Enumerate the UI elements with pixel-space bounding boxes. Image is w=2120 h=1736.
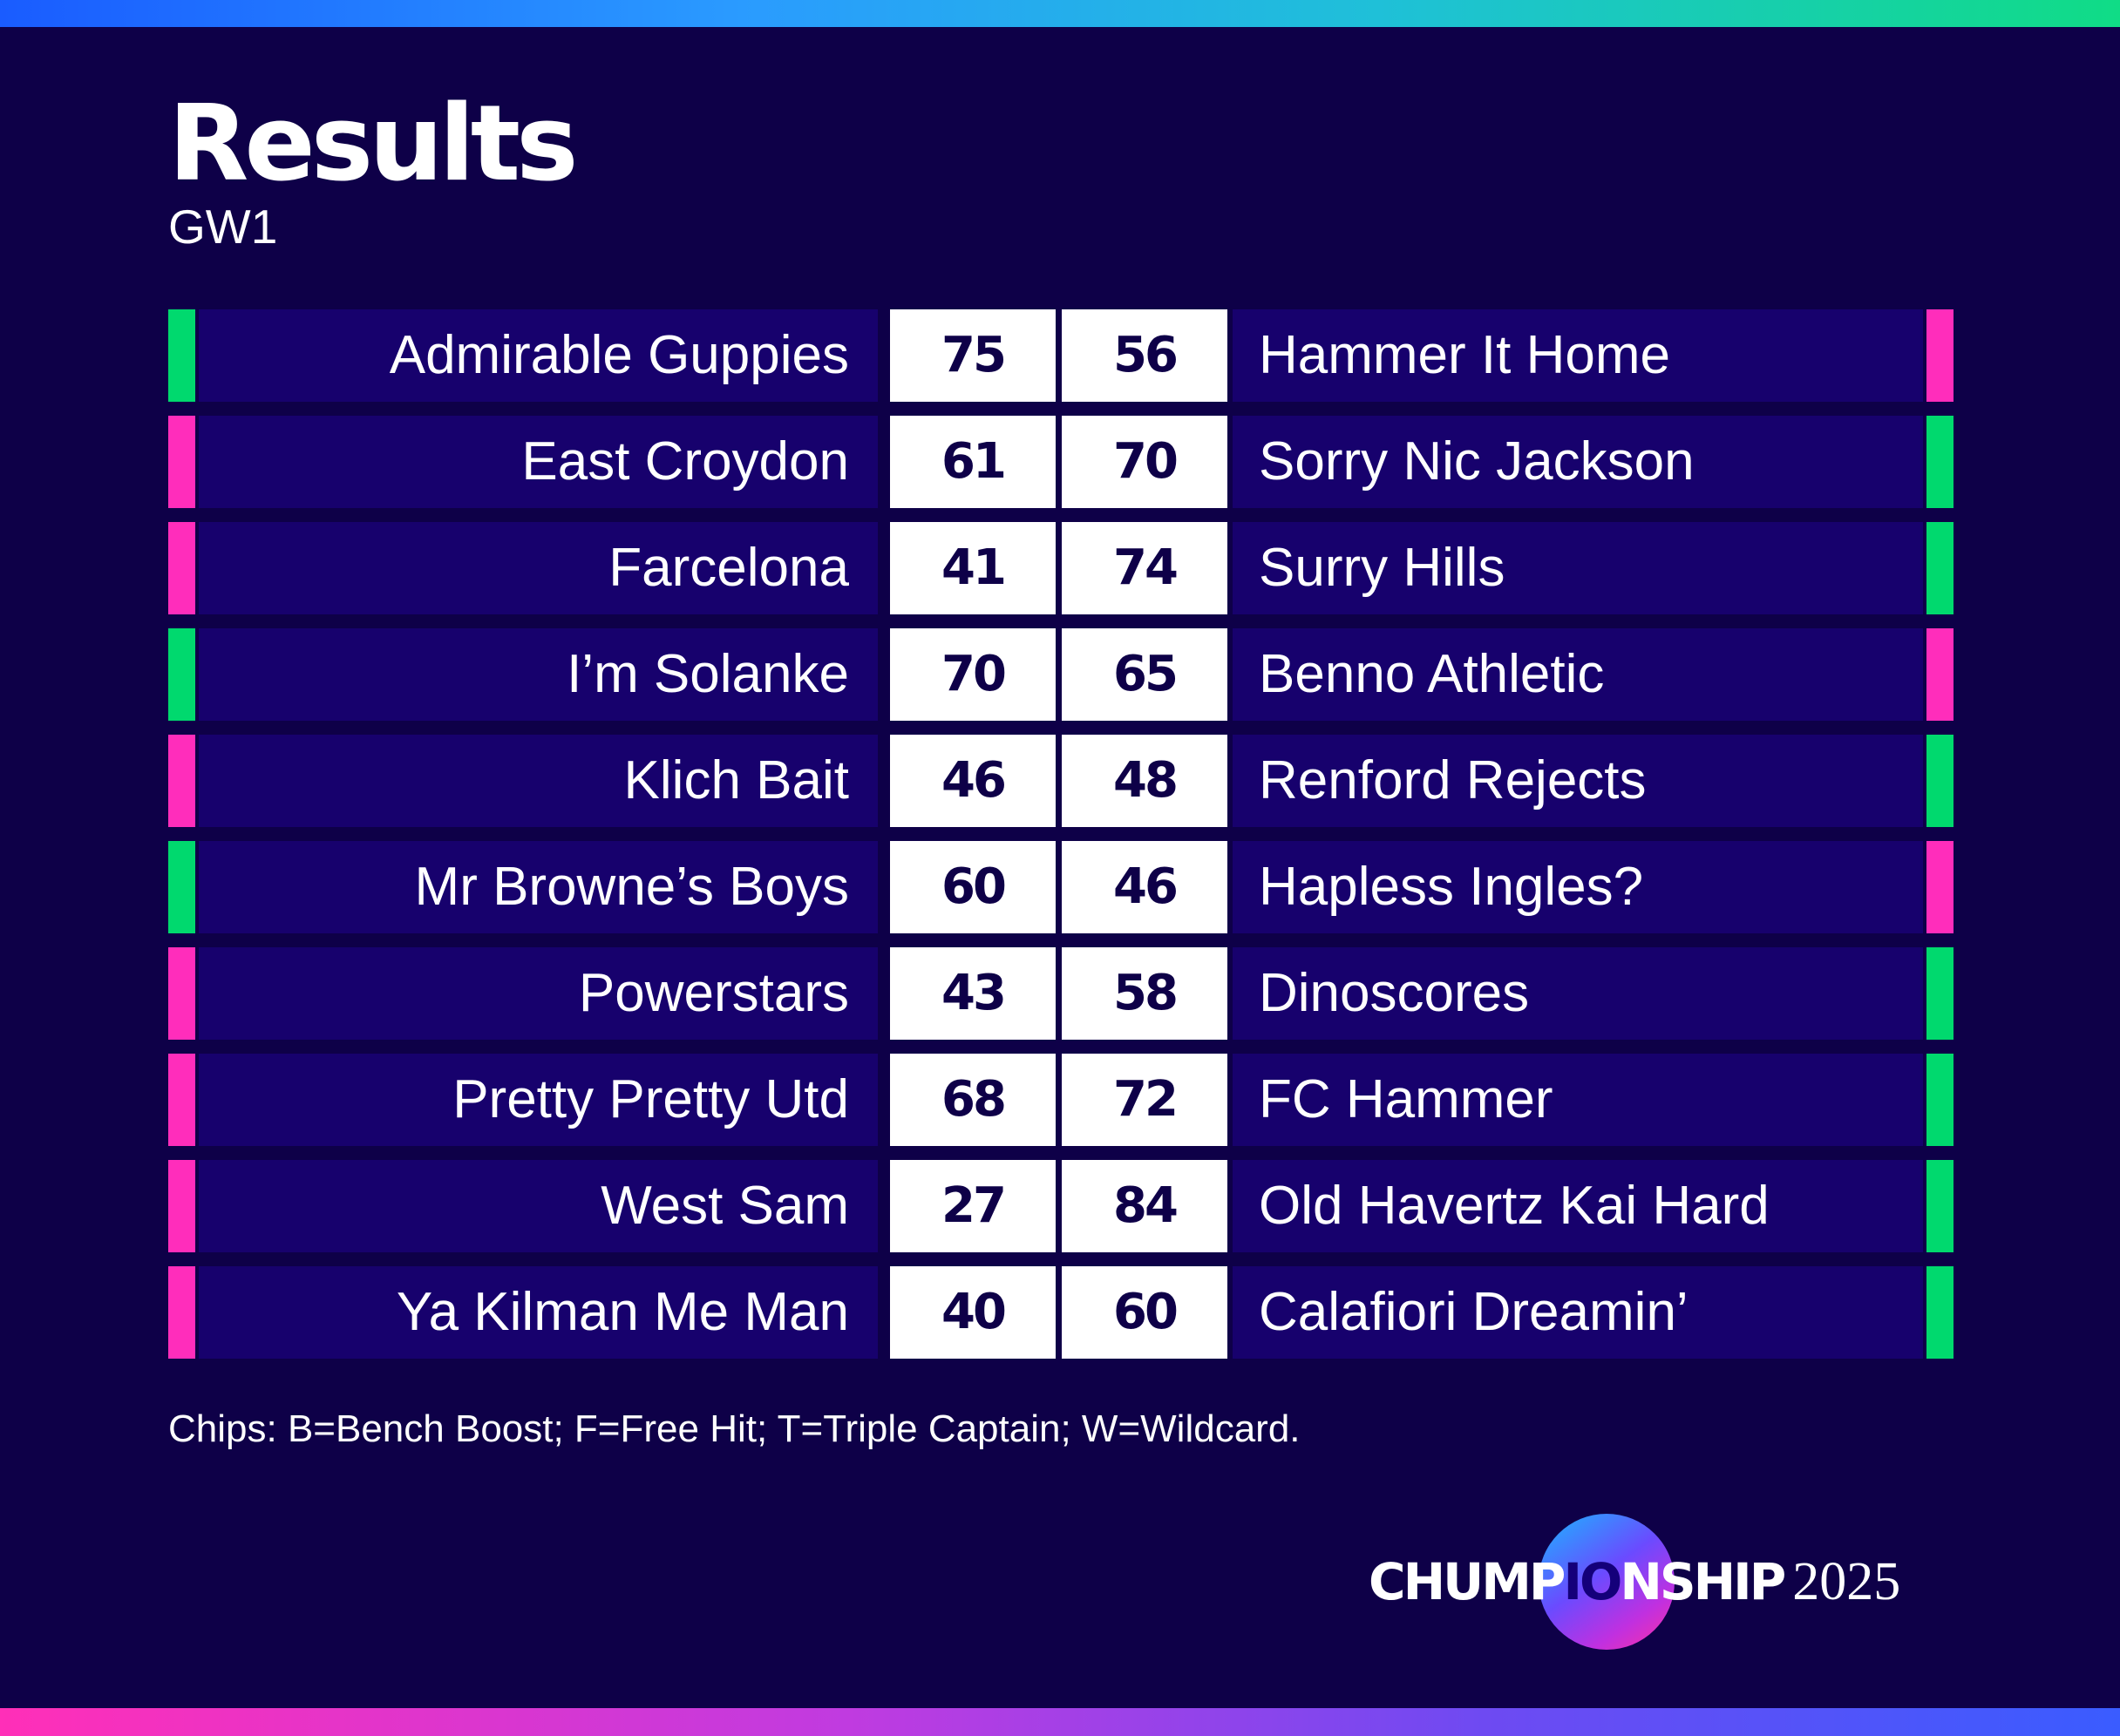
away-score: 84 [1062,1160,1227,1252]
brand-year: 2025 [1792,1552,1901,1611]
home-score: 61 [890,416,1056,508]
brand-logo: CHUMPIONSHIP 2025 [1369,1508,1961,1656]
home-result-marker [168,522,195,614]
home-result-marker [168,735,195,827]
result-row: Ya Kilman Me Man 40 60 Calafiori Dreamin… [168,1266,1954,1359]
result-row: Mr Browne’s Boys 60 46 Hapless Ingles? [168,841,1954,933]
home-team-name: Farcelona [199,522,878,614]
brand-wordmark-part3: NSHIP [1620,1552,1786,1611]
away-score: 74 [1062,522,1227,614]
brand-wordmark-io: IO [1563,1552,1622,1611]
away-team-name: Dinoscores [1233,947,1923,1040]
away-result-marker [1926,841,1954,933]
home-score: 43 [890,947,1056,1040]
home-score: 75 [890,309,1056,402]
away-team-name: FC Hammer [1233,1054,1923,1146]
away-result-marker [1926,416,1954,508]
home-score: 68 [890,1054,1056,1146]
away-team-name: Benno Athletic [1233,628,1923,721]
page-title: Results [168,84,579,205]
away-result-marker [1926,522,1954,614]
home-score: 40 [890,1266,1056,1359]
result-row: East Croydon 61 70 Sorry Nic Jackson [168,416,1954,508]
away-result-marker [1926,309,1954,402]
home-team-name: I’m Solanke [199,628,878,721]
gameweek-label: GW1 [168,200,278,254]
chips-legend: Chips: B=Bench Boost; F=Free Hit; T=Trip… [168,1407,1301,1450]
home-team-name: Powerstars [199,947,878,1040]
away-score: 58 [1062,947,1227,1040]
away-team-name: Hapless Ingles? [1233,841,1923,933]
home-team-name: Mr Browne’s Boys [199,841,878,933]
away-team-name: Hammer It Home [1233,309,1923,402]
home-result-marker [168,947,195,1040]
home-team-name: Pretty Pretty Utd [199,1054,878,1146]
result-row: West Sam 27 84 Old Havertz Kai Hard [168,1160,1954,1252]
away-team-name: Surry Hills [1233,522,1923,614]
home-result-marker [168,628,195,721]
home-result-marker [168,309,195,402]
home-result-marker [168,841,195,933]
home-score: 60 [890,841,1056,933]
away-result-marker [1926,628,1954,721]
result-row: Admirable Guppies 75 56 Hammer It Home [168,309,1954,402]
away-team-name: Renford Rejects [1233,735,1923,827]
brand-wordmark: CHUMPIONSHIP 2025 [1369,1551,1900,1612]
bottom-gradient-bar [0,1708,2120,1736]
home-team-name: West Sam [199,1160,878,1252]
away-result-marker [1926,947,1954,1040]
home-score: 27 [890,1160,1056,1252]
home-result-marker [168,416,195,508]
away-score: 60 [1062,1266,1227,1359]
result-row: Pretty Pretty Utd 68 72 FC Hammer [168,1054,1954,1146]
home-result-marker [168,1266,195,1359]
home-score: 70 [890,628,1056,721]
away-result-marker [1926,1160,1954,1252]
away-score: 65 [1062,628,1227,721]
result-row: Klich Bait 46 48 Renford Rejects [168,735,1954,827]
result-row: I’m Solanke 70 65 Benno Athletic [168,628,1954,721]
home-result-marker [168,1054,195,1146]
away-score: 70 [1062,416,1227,508]
home-result-marker [168,1160,195,1252]
away-result-marker [1926,735,1954,827]
away-result-marker [1926,1054,1954,1146]
away-score: 46 [1062,841,1227,933]
away-score: 48 [1062,735,1227,827]
home-score: 41 [890,522,1056,614]
away-team-name: Old Havertz Kai Hard [1233,1160,1923,1252]
result-row: Farcelona 41 74 Surry Hills [168,522,1954,614]
result-row: Powerstars 43 58 Dinoscores [168,947,1954,1040]
home-team-name: Ya Kilman Me Man [199,1266,878,1359]
top-gradient-bar [0,0,2120,27]
away-result-marker [1926,1266,1954,1359]
home-team-name: East Croydon [199,416,878,508]
brand-wordmark-part1: CHUMP [1369,1552,1566,1611]
home-score: 46 [890,735,1056,827]
away-score: 72 [1062,1054,1227,1146]
away-score: 56 [1062,309,1227,402]
away-team-name: Sorry Nic Jackson [1233,416,1923,508]
home-team-name: Admirable Guppies [199,309,878,402]
home-team-name: Klich Bait [199,735,878,827]
away-team-name: Calafiori Dreamin’ [1233,1266,1923,1359]
